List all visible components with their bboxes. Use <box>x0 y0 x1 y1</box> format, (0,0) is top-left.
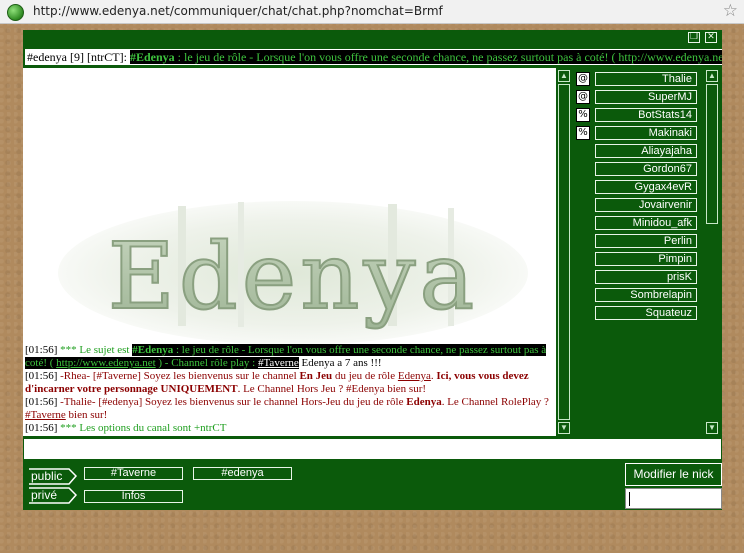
public-tab[interactable]: public <box>29 468 78 485</box>
user-mode-badge: % <box>576 126 590 140</box>
channel-link[interactable]: #Taverne <box>25 409 66 421</box>
message: [01:56] *** Les options du canal sont +n… <box>25 422 555 435</box>
nick-input[interactable] <box>625 488 722 509</box>
modify-nick-button[interactable]: Modifier le nick <box>625 463 722 486</box>
message-nick: -Thalie- <box>57 396 99 408</box>
user-name[interactable]: BotStats14 <box>595 108 697 122</box>
user-name[interactable]: Thalie <box>595 72 697 86</box>
topic-text: : le jeu de rôle - Lorsque l'on vous off… <box>174 50 722 64</box>
close-icon[interactable]: ✕ <box>705 32 717 43</box>
chevron-down-icon[interactable]: ▼ <box>706 422 718 434</box>
public-label: public <box>31 469 63 483</box>
edenya-logo: Edenya <box>58 201 528 345</box>
topic-prefix: #edenya [9] [ntrCT]: <box>27 50 130 64</box>
user-name[interactable]: Perlin <box>595 234 697 248</box>
user-name[interactable]: Makinaki <box>595 126 697 140</box>
bookmark-star-icon[interactable]: ☆ <box>723 1 738 21</box>
chevron-down-icon[interactable]: ▼ <box>558 422 570 434</box>
message-time: [01:56] <box>25 422 58 434</box>
message-text: Edenya a 7 ans !!! <box>298 357 382 369</box>
message-text: bien sur! <box>65 409 108 421</box>
message-time: [01:56] <box>25 396 58 408</box>
user-name[interactable]: SuperMJ <box>595 90 697 104</box>
user-mode-badge: @ <box>576 72 590 86</box>
message-text: du jeu de rôle <box>332 370 398 382</box>
message-text: ) - Channel rôle play : <box>155 357 258 369</box>
user-list: @ Thalie @ SuperMJ% BotStats14% Makinaki Aliay… <box>575 68 705 436</box>
text-caret <box>629 492 630 506</box>
message-text: . Le Channel Hors Jeu ? #Edenya bien sur… <box>237 383 427 395</box>
message-text: [#Taverne] Soyez les bienvenus sur le ch… <box>92 370 300 382</box>
channel-link[interactable]: #Taverne <box>257 357 299 369</box>
channel-bar: public privé #Taverne #edenya Infos <box>23 461 722 510</box>
message-input[interactable] <box>23 438 722 460</box>
message-nick: -Rhea- <box>57 370 93 382</box>
message-text: *** Le sujet est <box>57 344 133 356</box>
message-list: [01:56] *** Le sujet est #Edenya : le je… <box>25 344 555 435</box>
chevron-up-icon[interactable]: ▲ <box>706 70 718 82</box>
channel-tab-infos[interactable]: Infos <box>84 490 183 503</box>
globe-icon <box>7 4 24 21</box>
user-mode-badge: % <box>576 108 590 122</box>
user-name[interactable]: Gordon67 <box>595 162 697 176</box>
restore-icon[interactable]: ❐ <box>688 32 700 43</box>
chat-log[interactable]: Edenya [01:56] *** Le sujet est #Edenya … <box>23 68 556 436</box>
user-name[interactable]: Pimpin <box>595 252 697 266</box>
message: [01:56] -Thalie- [#edenya] Soyez les bie… <box>25 396 555 422</box>
chat-scrollbar[interactable]: ▲ ▼ <box>557 68 572 436</box>
topic-bar: #edenya [9] [ntrCT]: #Edenya : le jeu de… <box>25 49 722 65</box>
message-text: [#edenya] Soyez les bienvenus sur le cha… <box>98 396 407 408</box>
user-name[interactable]: Jovairvenir <box>595 198 697 212</box>
channel-tab-taverne[interactable]: #Taverne <box>84 467 183 480</box>
message-time: [01:56] <box>25 344 58 356</box>
user-name[interactable]: prisK <box>595 270 697 284</box>
private-label: privé <box>31 488 58 502</box>
user-name[interactable]: Gygax4evR <box>595 180 697 194</box>
message-time: [01:56] <box>25 370 58 382</box>
url-link[interactable]: http://www.edenya.net <box>56 357 156 369</box>
url-text[interactable]: http://www.edenya.net/communiquer/chat/c… <box>33 4 443 18</box>
title-bar: ❐ ✕ <box>23 30 722 47</box>
channel-link[interactable]: #Edenya <box>132 344 174 356</box>
userlist-scrollbar[interactable]: ▲ ▼ <box>705 68 720 436</box>
scroll-track[interactable] <box>558 84 570 420</box>
message-text: *** Les options du canal sont +ntrCT <box>57 422 227 434</box>
scroll-thumb[interactable] <box>706 84 718 224</box>
message-text: . Le Channel RolePlay ? <box>441 396 549 408</box>
message: [01:56] *** Le sujet est #Edenya : le je… <box>25 344 555 370</box>
message-text: Edenya <box>406 396 442 408</box>
message-text: En Jeu <box>299 370 333 382</box>
user-name[interactable]: Minidou_afk <box>595 216 697 230</box>
channel-tab-edenya[interactable]: #edenya <box>193 467 292 480</box>
message-link[interactable]: Edenya <box>398 370 431 382</box>
chevron-up-icon[interactable]: ▲ <box>558 70 570 82</box>
user-mode-badge: @ <box>576 90 590 104</box>
user-name[interactable]: Aliayajaha <box>595 144 697 158</box>
user-name[interactable]: Squateuz <box>595 306 697 320</box>
user-name[interactable]: Sombrelapin <box>595 288 697 302</box>
logo-text: Edenya <box>108 223 479 330</box>
private-tab[interactable]: privé <box>29 487 78 504</box>
address-bar[interactable]: http://www.edenya.net/communiquer/chat/c… <box>0 0 744 24</box>
topic-channel[interactable]: #Edenya <box>129 50 175 64</box>
message: [01:56] -Rhea- [#Taverne] Soyez les bien… <box>25 370 555 396</box>
